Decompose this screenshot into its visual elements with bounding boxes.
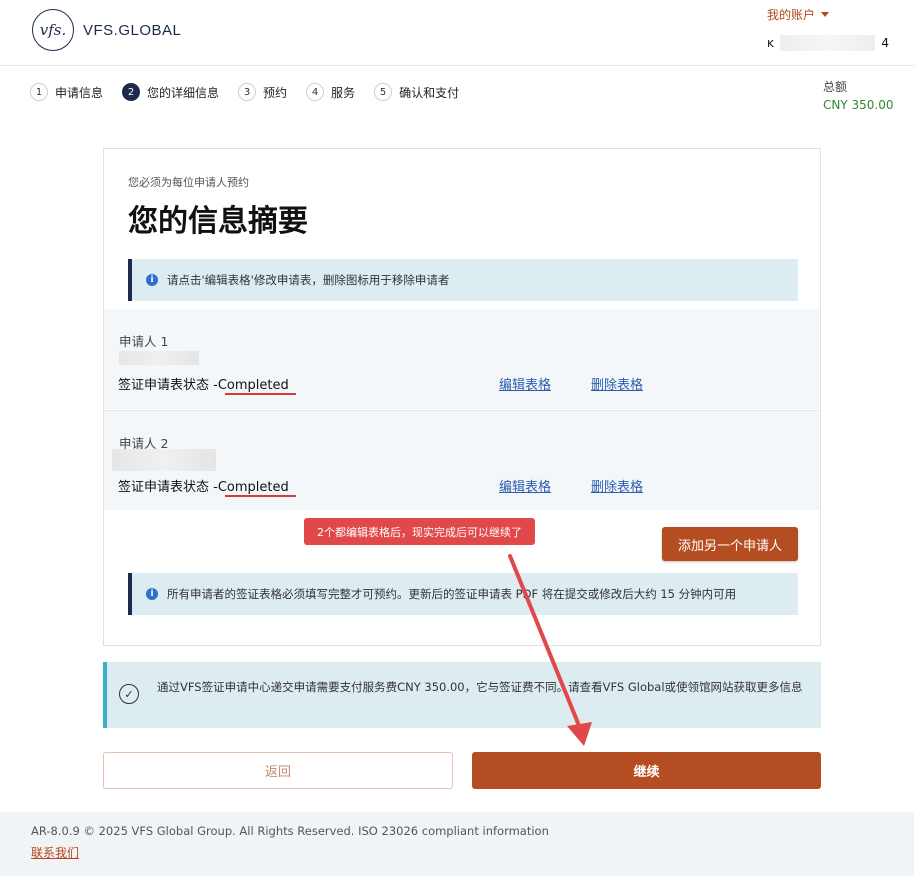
info-text: 所有申请者的签证表格必须填写完整才可预约。更新后的签证申请表 PDF 将在提交或… bbox=[167, 587, 737, 601]
continue-button[interactable]: 继续 bbox=[472, 752, 821, 789]
caret-down-icon bbox=[821, 12, 830, 17]
info-banner-edit: i 请点击'编辑表格'修改申请表，删除图标用于移除申请者 bbox=[128, 259, 798, 301]
notice-text: 通过VFS签证申请中心递交申请需要支付服务费CNY 350.00，它与签证费不同… bbox=[157, 680, 803, 694]
step-appointment[interactable]: 3 预约 bbox=[238, 83, 287, 101]
redacted-mask bbox=[119, 351, 199, 365]
summary-subtitle: 您必须为每位申请人预约 bbox=[128, 176, 249, 189]
form-status: 签证申请表状态 -Completed bbox=[118, 480, 289, 495]
service-fee-notice: ✓ 通过VFS签证申请中心递交申请需要支付服务费CNY 350.00，它与签证费… bbox=[103, 662, 821, 728]
info-icon: i bbox=[146, 588, 158, 600]
applicant-name: 申请人 1 bbox=[119, 334, 169, 349]
annotation-callout: 2个都编辑表格后，现实完成后可以继续了 bbox=[304, 518, 535, 545]
vfs-logo-mark: vfs. bbox=[32, 9, 74, 51]
annotation-underline bbox=[225, 495, 296, 497]
step-confirm-pay[interactable]: 5 确认和支付 bbox=[374, 83, 459, 101]
back-button[interactable]: 返回 bbox=[103, 752, 453, 789]
delete-form-link[interactable]: 删除表格 bbox=[591, 476, 643, 495]
step-label: 服务 bbox=[331, 85, 356, 100]
step-application-info[interactable]: 1 申请信息 bbox=[30, 83, 103, 101]
account-id-start: ĸ bbox=[767, 36, 774, 50]
check-circle-icon: ✓ bbox=[119, 684, 139, 704]
step-services[interactable]: 4 服务 bbox=[306, 83, 355, 101]
account-menu-label: 我的账户 bbox=[767, 8, 816, 22]
account-menu[interactable]: 我的账户 bbox=[767, 6, 830, 23]
vfs-logo[interactable]: vfs. VFS.GLOBAL bbox=[32, 9, 181, 51]
step-label: 您的详细信息 bbox=[147, 85, 220, 100]
step-label: 预约 bbox=[263, 85, 288, 100]
form-status: 签证申请表状态 -Completed bbox=[118, 378, 289, 393]
total-amount: 总额 CNY 350.00 bbox=[823, 78, 894, 112]
info-banner-forms: i 所有申请者的签证表格必须填写完整才可预约。更新后的签证申请表 PDF 将在提… bbox=[128, 573, 798, 615]
step-label: 确认和支付 bbox=[399, 85, 460, 100]
add-applicant-button[interactable]: 添加另一个申请人 bbox=[662, 527, 798, 561]
step-number: 3 bbox=[238, 83, 257, 101]
summary-card: 您必须为每位申请人预约 您的信息摘要 i 请点击'编辑表格'修改申请表，删除图标… bbox=[103, 148, 821, 646]
total-value: CNY 350.00 bbox=[823, 98, 894, 112]
edit-form-link[interactable]: 编辑表格 bbox=[499, 476, 551, 495]
redacted-mask bbox=[112, 449, 216, 471]
total-label: 总额 bbox=[823, 80, 848, 94]
top-header: vfs. VFS.GLOBAL 我的账户 ĸ 4 bbox=[0, 0, 914, 66]
progress-steps: 1 申请信息 2 您的详细信息 3 预约 4 服务 5 确认和支付 bbox=[30, 83, 478, 101]
account-id-end: 4 bbox=[881, 36, 889, 50]
contact-us-link[interactable]: 联系我们 bbox=[31, 844, 79, 861]
step-label: 申请信息 bbox=[55, 85, 104, 100]
vfs-logo-text: VFS.GLOBAL bbox=[83, 21, 182, 39]
annotation-underline bbox=[225, 393, 296, 395]
step-number: 5 bbox=[374, 83, 393, 101]
applicant-row: 申请人 1 签证申请表状态 -Completed 编辑表格 删除表格 bbox=[104, 309, 820, 409]
copyright-text: AR-8.0.9 © 2025 VFS Global Group. All Ri… bbox=[31, 824, 549, 838]
account-id: ĸ 4 bbox=[767, 34, 889, 52]
footer: AR-8.0.9 © 2025 VFS Global Group. All Ri… bbox=[0, 812, 914, 876]
applicant-row: 申请人 2 签证申请表状态 -Completed 编辑表格 删除表格 bbox=[104, 410, 820, 510]
step-number: 4 bbox=[306, 83, 325, 101]
delete-form-link[interactable]: 删除表格 bbox=[591, 374, 643, 393]
step-number: 1 bbox=[30, 83, 48, 101]
page-title: 您的信息摘要 bbox=[128, 204, 308, 239]
edit-form-link[interactable]: 编辑表格 bbox=[499, 374, 551, 393]
redacted-mask bbox=[779, 35, 876, 51]
step-your-details[interactable]: 2 您的详细信息 bbox=[122, 83, 219, 101]
info-text: 请点击'编辑表格'修改申请表，删除图标用于移除申请者 bbox=[167, 273, 450, 287]
step-number: 2 bbox=[122, 83, 141, 101]
info-icon: i bbox=[146, 274, 158, 286]
